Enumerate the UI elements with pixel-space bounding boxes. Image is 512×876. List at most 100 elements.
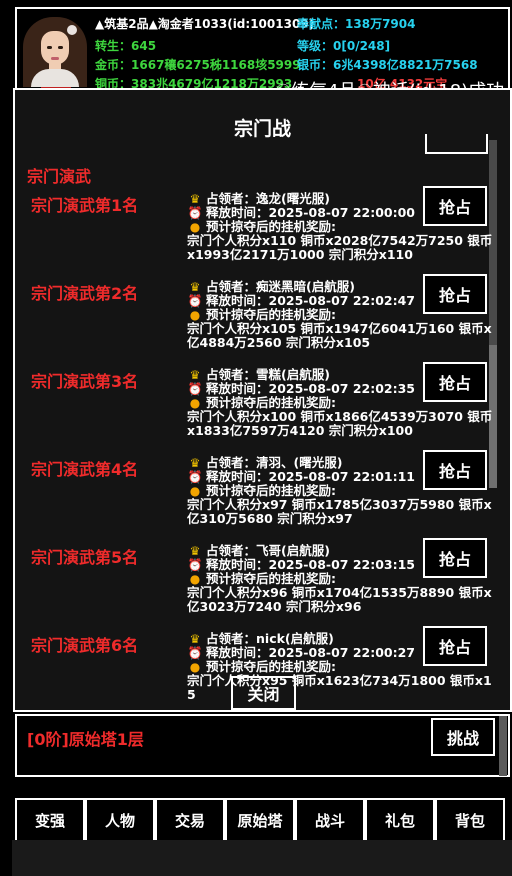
alarm-clock-icon: ⏰ (187, 206, 203, 220)
grab-button[interactable]: 抢占 (423, 362, 487, 402)
level-stat: 等级：0[0/248] (297, 37, 390, 54)
avatar[interactable] (23, 17, 87, 87)
rank-row: 宗门演武第1名 ♛ 占领者： 逸龙(曙光服) ⏰ 释放时间： 2025-08-0… (15, 186, 495, 280)
grab-button[interactable]: 抢占 (423, 186, 487, 226)
medal-icon: ● (189, 484, 201, 498)
crown-icon: ♛ (189, 544, 201, 558)
rank-title: 宗门演武第6名 (31, 636, 139, 655)
gold-value: 1667穰6275秭1168垓5999 (131, 58, 301, 72)
close-button[interactable]: 关闭 (231, 676, 296, 710)
level-value: 0[0/248] (333, 39, 391, 53)
reward-detail: 宗门个人积分x96 铜币x1704亿1535万8890 银币x亿3023万724… (187, 585, 492, 614)
nav-item[interactable]: 变强 (15, 798, 85, 840)
reward-label: 预计掠夺后的挂机奖励: (206, 395, 336, 410)
challenge-button[interactable]: 挑战 (431, 718, 495, 756)
occupant-label: 占领者： (206, 367, 257, 382)
alarm-clock-icon: ⏰ (187, 470, 203, 484)
release-label: 释放时间： (206, 645, 269, 660)
release-time: 2025-08-07 22:00:00 (268, 205, 416, 220)
player-name: ▲筑基2品▲淘金者1033(id:1001309) (95, 17, 315, 31)
occupant-label: 占领者： (206, 279, 257, 294)
tower-scrollbar[interactable] (499, 716, 507, 776)
medal-icon: ● (189, 396, 201, 410)
reward-label: 预计掠夺后的挂机奖励: (206, 571, 336, 586)
nav-item[interactable]: 背包 (435, 798, 505, 840)
grab-button[interactable]: 抢占 (423, 450, 487, 490)
occupant-name: 痴迷黑暗(启航服) (256, 279, 355, 294)
release-label: 释放时间： (206, 381, 269, 396)
crown-icon: ♛ (189, 456, 201, 470)
occupant-name: 清羽、(曙光服) (256, 455, 343, 470)
occupant-name: 逸龙(曙光服) (256, 191, 330, 206)
cultivation-value: 645 (131, 39, 157, 53)
crown-icon: ♛ (189, 368, 201, 382)
silver-label: 银币： (297, 58, 334, 72)
level-label: 等级： (297, 39, 334, 53)
rank-row: 宗门演武第2名 ♛ 占领者： 痴迷黑暗(启航服) ⏰ 释放时间： 2025-08… (15, 274, 495, 368)
release-time: 2025-08-07 22:00:27 (268, 645, 416, 660)
reward-detail: 宗门个人积分x100 铜币x1866亿4539万3070 银币x1833亿759… (187, 409, 493, 438)
silver-value: 6兆4398亿8821万7568 (333, 58, 478, 72)
contribution-label: 奉献点： (297, 17, 346, 31)
occupant-name: nick(启航服) (256, 631, 334, 646)
rank-title: 宗门演武第3名 (31, 372, 139, 391)
alarm-clock-icon: ⏰ (187, 294, 203, 308)
reward-label: 预计掠夺后的挂机奖励: (206, 219, 336, 234)
nav-item[interactable]: 交易 (155, 798, 225, 840)
rank-title: 宗门演武第2名 (31, 284, 139, 303)
gold-label: 金币： (95, 58, 132, 72)
reward-label: 预计掠夺后的挂机奖励: (206, 483, 336, 498)
nav-item[interactable]: 人物 (85, 798, 155, 840)
grab-button[interactable]: 抢占 (423, 626, 487, 666)
rank-row: 宗门演武第3名 ♛ 占领者： 雪糕(启航服) ⏰ 释放时间： 2025-08-0… (15, 362, 495, 456)
release-time: 2025-08-07 22:02:35 (268, 381, 416, 396)
bottom-nav: 变强 人物 交易 原始塔 战斗 礼包 背包 (15, 798, 512, 840)
rank-row: 宗门演武第4名 ♛ 占领者： 清羽、(曙光服) ⏰ 释放时间： 2025-08-… (15, 450, 495, 544)
nav-item[interactable]: 原始塔 (225, 798, 295, 840)
crown-icon: ♛ (189, 192, 201, 206)
bottom-strip (12, 840, 512, 876)
section-title: 宗门演武 (27, 167, 92, 186)
alarm-clock-icon: ⏰ (187, 646, 203, 660)
occupant-label: 占领者： (206, 543, 257, 558)
release-time: 2025-08-07 22:02:47 (268, 293, 416, 308)
release-label: 释放时间： (206, 293, 269, 308)
release-label: 释放时间： (206, 469, 269, 484)
silver-stat: 银币：6兆4398亿8821万7568 (297, 56, 478, 73)
occupant-label: 占领者： (206, 191, 257, 206)
rank-title: 宗门演武第5名 (31, 548, 139, 567)
alarm-clock-icon: ⏰ (187, 558, 203, 572)
reward-detail: 宗门个人积分x110 铜币x2028亿7542万7250 银币x1993亿217… (187, 233, 493, 262)
nav-item[interactable]: 战斗 (295, 798, 365, 840)
medal-icon: ● (189, 308, 201, 322)
cultivation-stat: 转生：645 (95, 37, 156, 54)
gold-stat: 金币：1667穰6275秭1168垓5999 (95, 56, 301, 73)
grab-button[interactable]: 抢占 (423, 538, 487, 578)
reward-detail: 宗门个人积分x97 铜币x1785亿3037万5980 银币x亿310万5680… (187, 497, 492, 526)
reward-label: 预计掠夺后的挂机奖励: (206, 659, 336, 674)
reward-label: 预计掠夺后的挂机奖励: (206, 307, 336, 322)
rank-row: 宗门演武第5名 ♛ 占领者： 飞哥(启航服) ⏰ 释放时间： 2025-08-0… (15, 538, 495, 632)
occupant-name: 飞哥(启航服) (256, 543, 330, 558)
occupant-label: 占领者： (206, 631, 257, 646)
medal-icon: ● (189, 572, 201, 586)
reward-detail: 宗门个人积分x105 铜币x1947亿6041万160 银币x亿4884万256… (187, 321, 492, 350)
medal-icon: ● (189, 220, 201, 234)
grab-button[interactable]: 抢占 (423, 274, 487, 314)
hidden-button[interactable] (425, 134, 488, 154)
medal-icon: ● (189, 660, 201, 674)
sect-war-modal: 宗门战 宗门演武 宗门演武第1名 ♛ 占领者： 逸龙(曙光服) ⏰ 释放时间： … (13, 88, 512, 712)
release-label: 释放时间： (206, 557, 269, 572)
occupant-label: 占领者： (206, 455, 257, 470)
nav-item[interactable]: 礼包 (365, 798, 435, 840)
contribution-value: 138万7904 (345, 17, 416, 31)
tower-name: [0阶]原始塔1层 (27, 730, 144, 749)
release-time: 2025-08-07 22:03:15 (268, 557, 416, 572)
release-label: 释放时间： (206, 205, 269, 220)
tower-panel: [0阶]原始塔1层 挑战 (15, 714, 510, 777)
occupant-name: 雪糕(启航服) (256, 367, 330, 382)
rank-title: 宗门演武第1名 (31, 196, 139, 215)
rank-title: 宗门演武第4名 (31, 460, 139, 479)
contribution-stat: 奉献点：138万7904 (297, 15, 415, 32)
release-time: 2025-08-07 22:01:11 (268, 469, 416, 484)
